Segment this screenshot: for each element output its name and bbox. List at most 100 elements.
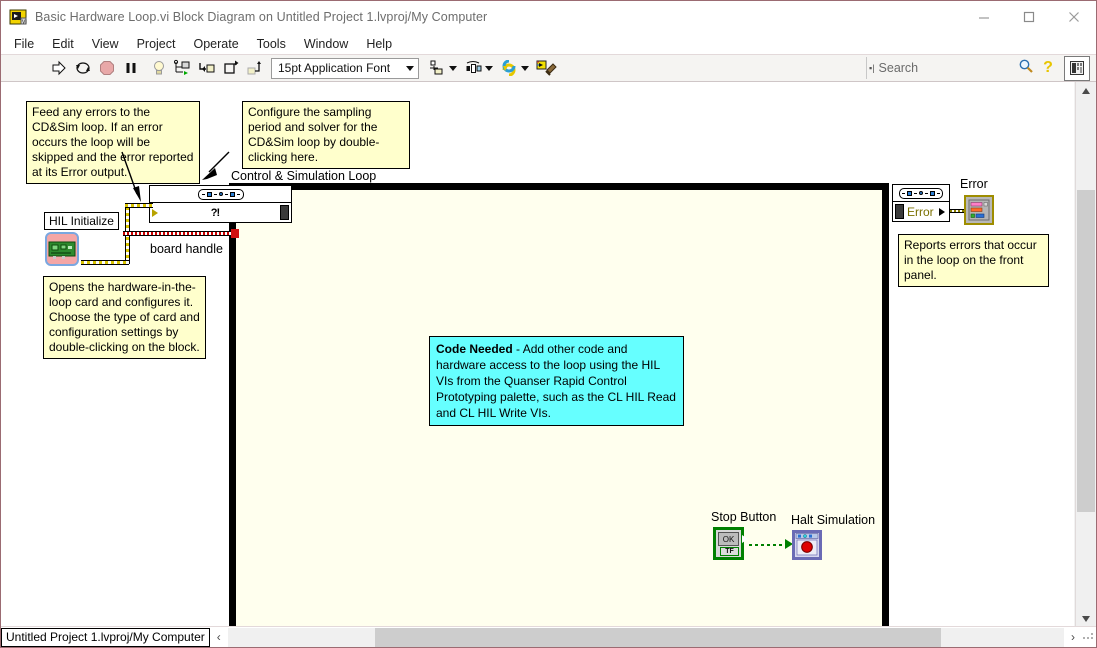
sim-loop-terminal	[280, 205, 289, 220]
step-into-button[interactable]	[195, 57, 219, 80]
halt-simulation-label: Halt Simulation	[791, 513, 876, 527]
menu-edit[interactable]: Edit	[43, 35, 83, 53]
hil-card-icon	[48, 241, 76, 259]
stop-ok-text: OK	[722, 534, 735, 544]
sim-subsystem-icon	[197, 188, 244, 200]
chevron-down-icon	[406, 65, 414, 71]
stop-button-face: OK	[718, 532, 739, 546]
close-button[interactable]	[1051, 1, 1096, 33]
wire-error-to-indicator[interactable]	[950, 209, 965, 213]
note-configure-sampling[interactable]: Configure the sampling period and solver…	[242, 101, 410, 169]
note-code-needed[interactable]: Code Needed - Add other code and hardwar…	[429, 336, 684, 426]
wire-stop-to-halt[interactable]	[749, 544, 787, 546]
halt-simulation-node[interactable]	[792, 530, 822, 560]
note-reports-errors[interactable]: Reports errors that occur in the loop on…	[898, 234, 1049, 287]
sim-loop-config-node[interactable]: ?!	[149, 185, 292, 223]
font-select-value: 15pt Application Font	[278, 61, 391, 75]
distribute-objects-button[interactable]	[461, 57, 497, 80]
menu-operate[interactable]: Operate	[184, 35, 247, 53]
toolbar: 15pt Application Font ▪| Search ?	[1, 55, 1096, 82]
title-bar: VI Basic Hardware Loop.vi Block Diagram …	[1, 1, 1096, 33]
stop-tf-text: TF	[725, 548, 734, 555]
sim-loop-output-glyph	[893, 185, 949, 202]
scroll-left-button[interactable]: ‹	[210, 628, 228, 647]
sim-loop-output-node[interactable]: Error	[892, 184, 950, 222]
stop-button-label: Stop Button	[711, 510, 777, 524]
menu-project[interactable]: Project	[128, 35, 185, 53]
note-opens-hardware[interactable]: Opens the hardware-in-the-loop card and …	[43, 276, 206, 359]
show-project-button[interactable]	[1064, 55, 1090, 81]
step-out-button[interactable]	[243, 57, 267, 80]
highlight-execution-button[interactable]	[147, 57, 171, 80]
sim-param-glyph: ?!	[210, 206, 220, 219]
error-cluster-icon	[968, 199, 990, 221]
error-in-terminal-icon	[152, 208, 158, 217]
wire-board-handle-to-config[interactable]	[125, 203, 153, 208]
menu-tools[interactable]: Tools	[248, 35, 295, 53]
chevron-down-icon	[521, 65, 529, 71]
scroll-right-button[interactable]: ›	[1064, 628, 1082, 647]
status-bar-text: Untitled Project 1.lvproj/My Computer	[1, 627, 210, 647]
error-indicator-node[interactable]	[964, 195, 994, 225]
status-bar: Untitled Project 1.lvproj/My Computer ‹ …	[1, 626, 1096, 647]
pause-button[interactable]	[119, 57, 143, 80]
wire-board-handle-bottom[interactable]	[81, 260, 129, 265]
halt-simulation-icon	[794, 532, 820, 558]
run-continuously-button[interactable]	[71, 57, 95, 80]
chevron-down-icon	[449, 65, 457, 71]
vertical-scrollbar[interactable]	[1075, 82, 1095, 628]
error-wire-terminal	[231, 229, 239, 238]
resize-grip[interactable]	[1082, 628, 1096, 647]
search-box[interactable]: ▪| Search	[866, 57, 1034, 79]
menu-bar: File Edit View Project Operate Tools Win…	[1, 33, 1096, 55]
scroll-up-button[interactable]	[1076, 82, 1096, 100]
stop-button-terminal[interactable]: OK TF	[713, 527, 748, 560]
sim-loop-error-row[interactable]: ?!	[150, 203, 291, 222]
window-controls	[961, 1, 1096, 33]
svg-text:VI: VI	[22, 20, 27, 26]
search-input[interactable]: Search	[879, 61, 1018, 75]
retain-wire-values-button[interactable]	[171, 57, 195, 80]
note-feed-errors[interactable]: Feed any errors to the CD&Sim loop. If a…	[26, 101, 200, 184]
labview-block-diagram-window: VI Basic Hardware Loop.vi Block Diagram …	[0, 0, 1097, 648]
minimize-button[interactable]	[961, 1, 1006, 33]
run-button[interactable]	[47, 57, 71, 80]
board-handle-label: board handle	[150, 242, 223, 256]
stop-tf-badge: TF	[720, 547, 739, 556]
stop-output-terminal-icon	[742, 535, 748, 543]
chevron-down-icon	[485, 65, 493, 71]
sim-subsystem-icon-right	[899, 187, 943, 199]
labview-vi-icon: VI	[9, 8, 27, 26]
font-select[interactable]: 15pt Application Font	[271, 57, 419, 79]
menu-help[interactable]: Help	[357, 35, 401, 53]
maximize-button[interactable]	[1006, 1, 1051, 33]
sim-loop-error-out-row[interactable]: Error	[893, 202, 949, 221]
context-help-button[interactable]: ?	[1036, 59, 1060, 77]
abort-execution-button[interactable]	[95, 57, 119, 80]
search-icon[interactable]	[1018, 58, 1034, 79]
menu-file[interactable]: File	[5, 35, 43, 53]
hil-initialize-label: HIL Initialize	[44, 212, 119, 230]
hil-initialize-node[interactable]	[45, 232, 79, 266]
step-over-button[interactable]	[219, 57, 243, 80]
sim-loop-title-label: Control & Simulation Loop	[231, 169, 377, 183]
wire-error-out[interactable]	[123, 231, 236, 236]
block-diagram-canvas[interactable]: Feed any errors to the CD&Sim loop. If a…	[1, 82, 1074, 628]
error-out-left-terminal	[895, 204, 904, 219]
menu-window[interactable]: Window	[295, 35, 357, 53]
horizontal-scroll-track[interactable]	[227, 627, 1064, 647]
error-indicator-label: Error	[960, 177, 988, 191]
error-out-arrow-icon	[939, 207, 945, 216]
arrow-feed-errors	[121, 151, 141, 202]
menu-view[interactable]: View	[83, 35, 128, 53]
align-objects-button[interactable]	[425, 57, 461, 80]
window-title: Basic Hardware Loop.vi Block Diagram on …	[35, 10, 488, 24]
horizontal-scroll-thumb[interactable]	[374, 627, 941, 647]
error-out-label: Error	[907, 204, 934, 219]
code-needed-bold: Code Needed	[436, 342, 513, 356]
search-pin-icon: ▪|	[869, 63, 875, 73]
vertical-scroll-thumb[interactable]	[1077, 190, 1095, 512]
reorder-button[interactable]	[497, 57, 533, 80]
sim-loop-config-glyph	[150, 186, 291, 203]
clean-up-diagram-button[interactable]	[533, 57, 561, 80]
